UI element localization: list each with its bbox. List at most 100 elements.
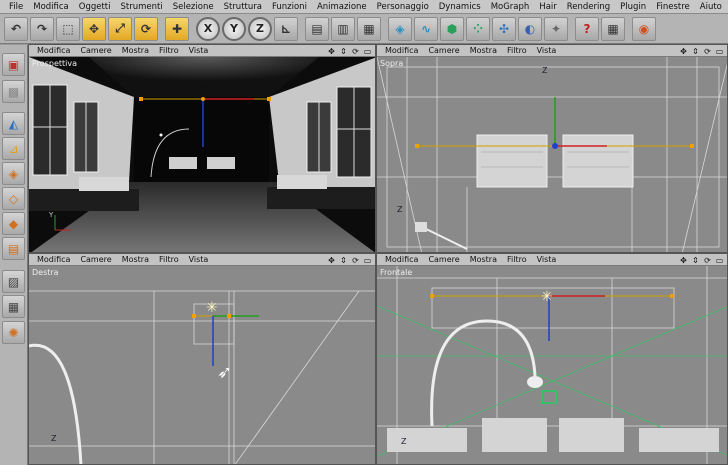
menu-item-dynamics[interactable]: Dynamics [434, 0, 486, 14]
pan-icon[interactable]: ✥ [327, 47, 336, 56]
viewport-menu: Modifica Camere Mostra Filtro Vista [29, 254, 375, 266]
points-icon[interactable]: ◈ [2, 162, 25, 185]
vp-menu-filtro[interactable]: Filtro [154, 45, 184, 57]
vp-menu-mostra[interactable]: Mostra [117, 45, 154, 57]
checker2-icon[interactable]: ▦ [2, 295, 25, 318]
vp-menu-mostra[interactable]: Mostra [465, 254, 502, 266]
light-icon[interactable]: ✦ [544, 16, 568, 41]
vp-menu-mostra[interactable]: Mostra [465, 45, 502, 57]
texture-icon[interactable]: ▨ [2, 270, 25, 293]
polygons-icon[interactable]: ◆ [2, 212, 25, 235]
render-to-picture-viewer-icon[interactable]: ▦ [357, 16, 381, 41]
perspective-render: Y [29, 57, 375, 252]
vp-menu-camere[interactable]: Camere [423, 45, 464, 57]
menu-item-finestre[interactable]: Finestre [651, 0, 695, 14]
menu-item-file[interactable]: File [4, 0, 28, 14]
sculpt-icon[interactable]: ✺ [2, 321, 25, 344]
menu-item-plugin[interactable]: Plugin [615, 0, 651, 14]
vp-menu-modifica[interactable]: Modifica [380, 254, 423, 266]
orbit-icon[interactable]: ⟳ [703, 47, 712, 56]
render-region-icon[interactable]: ▤ [305, 16, 329, 41]
select-icon[interactable]: ⬚ [56, 16, 80, 41]
maximize-icon[interactable]: ▭ [715, 47, 724, 56]
maximize-icon[interactable]: ▭ [715, 256, 724, 265]
cube-icon[interactable]: ◈ [388, 16, 412, 41]
redo-icon[interactable]: ↷ [30, 16, 54, 41]
vp-menu-camere[interactable]: Camere [75, 254, 116, 266]
vp-menu-modifica[interactable]: Modifica [380, 45, 423, 57]
viewport-controls: ✥ ⇕ ⟳ ▭ [327, 45, 372, 57]
rotate-icon[interactable]: ⟳ [134, 16, 158, 41]
menu-item-aiuto[interactable]: Aiuto [695, 0, 727, 14]
menu-item-modifica[interactable]: Modifica [28, 0, 74, 14]
menu-item-funzioni[interactable]: Funzioni [267, 0, 312, 14]
axis-icon[interactable]: ⊿ [2, 137, 25, 160]
uvw-icon[interactable]: ▤ [2, 237, 25, 260]
y-axis-lock-button[interactable]: Y [222, 16, 246, 41]
view-icon[interactable]: ▣ [2, 53, 25, 76]
menu-item-mograph[interactable]: MoGraph [486, 0, 535, 14]
vp-menu-mostra[interactable]: Mostra [117, 254, 154, 266]
coordinate-system-icon[interactable]: ⊾ [274, 16, 298, 41]
zoom-icon[interactable]: ⇕ [339, 47, 348, 56]
vp-menu-modifica[interactable]: Modifica [32, 45, 75, 57]
pan-icon[interactable]: ✥ [679, 47, 688, 56]
vp-menu-vista[interactable]: Vista [532, 254, 562, 266]
help-icon[interactable]: ? [575, 16, 599, 41]
orbit-icon[interactable]: ⟳ [351, 47, 360, 56]
menu-bar: File Modifica Oggetti Strumenti Selezione Str… [0, 0, 728, 14]
viewport-perspective[interactable]: Modifica Camere Mostra Filtro Vista ✥ ⇕ … [28, 44, 376, 253]
pan-icon[interactable]: ✥ [327, 256, 336, 265]
vp-menu-camere[interactable]: Camere [75, 45, 116, 57]
model-icon[interactable]: ◭ [2, 112, 25, 135]
vp-menu-filtro[interactable]: Filtro [502, 45, 532, 57]
scale-icon[interactable]: ⤢ [108, 16, 132, 41]
zoom-icon[interactable]: ⇕ [691, 256, 700, 265]
svg-text:Z: Z [401, 437, 407, 446]
maximize-icon[interactable]: ▭ [363, 256, 372, 265]
vp-menu-vista[interactable]: Vista [184, 254, 214, 266]
menu-item-selezione[interactable]: Selezione [168, 0, 219, 14]
nurbs-icon[interactable]: ⬢ [440, 16, 464, 41]
vp-menu-vista[interactable]: Vista [184, 45, 214, 57]
vp-menu-filtro[interactable]: Filtro [502, 254, 532, 266]
array-icon[interactable]: ⁘ [466, 16, 490, 41]
layout-icon[interactable]: ▦ [601, 16, 625, 41]
viewport-title: Frontale [380, 268, 413, 277]
pan-icon[interactable]: ✥ [679, 256, 688, 265]
z-axis-lock-button[interactable]: Z [248, 16, 272, 41]
world-icon[interactable]: ◉ [632, 16, 656, 41]
render-view-icon[interactable]: ▥ [331, 16, 355, 41]
move-icon[interactable]: ✥ [82, 16, 106, 41]
zoom-icon[interactable]: ⇕ [339, 256, 348, 265]
menu-item-rendering[interactable]: Rendering [562, 0, 615, 14]
viewport-top[interactable]: Modifica Camere Mostra Filtro Vista ✥ ⇕ … [376, 44, 728, 253]
live-select-icon[interactable]: ✚ [165, 16, 189, 41]
vp-menu-camere[interactable]: Camere [423, 254, 464, 266]
orbit-icon[interactable]: ⟳ [351, 256, 360, 265]
deformer-icon[interactable]: ✣ [492, 16, 516, 41]
orbit-icon[interactable]: ⟳ [703, 256, 712, 265]
vp-menu-filtro[interactable]: Filtro [154, 254, 184, 266]
menu-item-strumenti[interactable]: Strumenti [116, 0, 168, 14]
menu-item-animazione[interactable]: Animazione [312, 0, 372, 14]
x-axis-lock-button[interactable]: X [196, 16, 220, 41]
spline-icon[interactable]: ∿ [414, 16, 438, 41]
menu-item-oggetti[interactable]: Oggetti [74, 0, 116, 14]
menu-item-hair[interactable]: Hair [534, 0, 561, 14]
vp-menu-modifica[interactable]: Modifica [32, 254, 75, 266]
viewport-right[interactable]: Modifica Camere Mostra Filtro Vista ✥ ⇕ … [28, 253, 376, 465]
vp-menu-vista[interactable]: Vista [532, 45, 562, 57]
menu-item-struttura[interactable]: Struttura [219, 0, 267, 14]
undo-icon[interactable]: ↶ [4, 16, 28, 41]
svg-text:Y: Y [48, 211, 54, 219]
viewport-front[interactable]: Modifica Camere Mostra Filtro Vista ✥ ⇕ … [376, 253, 728, 465]
checker-icon[interactable]: ▩ [2, 80, 25, 103]
scene-icon[interactable]: ◐ [518, 16, 542, 41]
menu-item-personaggio[interactable]: Personaggio [372, 0, 434, 14]
edges-icon[interactable]: ◇ [2, 187, 25, 210]
maximize-icon[interactable]: ▭ [363, 47, 372, 56]
zoom-icon[interactable]: ⇕ [691, 47, 700, 56]
svg-text:Z: Z [51, 434, 57, 443]
right-view-wireframe: ✳ ➶ Z [29, 290, 375, 464]
